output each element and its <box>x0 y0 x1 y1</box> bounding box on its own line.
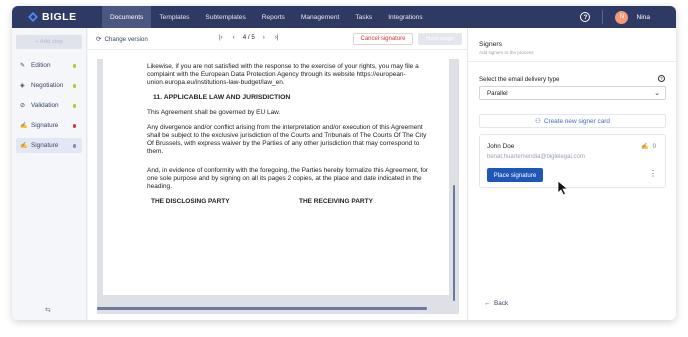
top-navigation: BIGLE Documents Templates Subtemplates R… <box>12 6 676 28</box>
signer-name: John Doe <box>487 143 515 150</box>
signers-panel: Signers Add signers to the process Selec… <box>467 28 676 320</box>
document-area: ⟳ Change version |‹ ‹ 4 / 5 › ›| Cancel … <box>88 28 467 320</box>
nav-user-area: ? N Nina <box>580 6 676 28</box>
refresh-icon: ⟳ <box>96 36 102 43</box>
help-icon[interactable]: ? <box>658 75 665 82</box>
nav-management[interactable]: Management <box>293 6 348 28</box>
nav-divider <box>602 10 604 24</box>
page-navigator: |‹ ‹ 4 / 5 › ›| <box>214 34 284 41</box>
next-stage-button[interactable]: Next stage <box>418 33 462 45</box>
step-label: Negotiation <box>31 82 64 89</box>
status-dot <box>72 124 76 128</box>
signer-email: benat.huartemendia@biglelegal.com <box>487 154 585 160</box>
step-validation[interactable]: ⊘ Validation <box>16 98 82 113</box>
logo-text: BIGLE <box>42 11 77 23</box>
signature-count-value: 0 <box>652 143 656 150</box>
status-dot <box>72 64 76 68</box>
document-paragraph: And, in evidence of conformity with the … <box>147 166 429 190</box>
app-logo[interactable]: BIGLE <box>12 6 102 28</box>
document-paragraph: Any divergence and/or conflict arising f… <box>147 123 427 155</box>
signer-card: John Doe benat.huartemendia@biglelegal.c… <box>479 134 666 196</box>
delivery-type-label: Select the email delivery type <box>479 76 560 83</box>
signature-icon: ✍ <box>20 143 28 149</box>
step-negotiation[interactable]: ◈ Negotiation <box>16 78 82 93</box>
document-paragraph: This Agreement shall be governed by EU L… <box>147 109 281 117</box>
change-version-label: Change version <box>104 35 148 43</box>
vertical-scrollbar[interactable] <box>453 185 455 301</box>
step-label: Validation <box>31 102 59 109</box>
step-label: Signature <box>31 142 59 149</box>
arrow-left-icon: ← <box>484 300 491 307</box>
nav-integrations[interactable]: Integrations <box>380 6 430 28</box>
document-viewer: Likewise, if you are not satisfied with … <box>97 59 459 314</box>
horizontal-scrollbar[interactable] <box>97 307 427 310</box>
signers-title: Signers <box>479 41 503 48</box>
status-dot <box>72 84 76 88</box>
first-page-icon[interactable]: |‹ <box>219 34 223 41</box>
signature-icon: ✍ <box>20 123 28 129</box>
step-signature-2[interactable]: ✍ Signature <box>16 138 82 153</box>
disclosing-party: THE DISCLOSING PARTY <box>151 198 230 206</box>
next-page-icon[interactable]: › <box>263 34 265 41</box>
add-user-icon: ⚇ <box>535 118 541 125</box>
step-label: Signature <box>31 122 59 129</box>
workflow-sidebar: + Add step ✎ Edition ◈ Negotiation ⊘ Val… <box>12 28 87 320</box>
nav-templates[interactable]: Templates <box>151 6 197 28</box>
more-options-icon[interactable]: ⋮ <box>649 170 657 178</box>
mouse-pointer-icon <box>557 180 569 196</box>
page-indicator: 4 / 5 <box>242 34 255 41</box>
receiving-party: THE RECEIVING PARTY <box>299 198 373 206</box>
tag-icon: ◈ <box>20 83 25 89</box>
nav-subtemplates[interactable]: Subtemplates <box>197 6 253 28</box>
help-icon[interactable]: ? <box>580 12 591 22</box>
signature-icon: ✍ <box>641 144 649 150</box>
status-dot <box>72 144 76 148</box>
status-dot <box>72 104 76 108</box>
signers-subtitle: Add signers to the process <box>479 50 534 55</box>
place-signature-button[interactable]: Place signature <box>487 168 543 182</box>
prev-page-icon[interactable]: ‹ <box>233 34 235 41</box>
user-name[interactable]: Nina <box>636 14 650 21</box>
step-signature-1[interactable]: ✍ Signature <box>16 118 82 133</box>
back-label: Back <box>494 300 509 307</box>
delivery-type-select[interactable]: Parallel ⌄ <box>479 86 666 100</box>
signature-count: ✍ 0 <box>641 143 656 151</box>
last-page-icon[interactable]: ›| <box>275 34 279 41</box>
app-window: BIGLE Documents Templates Subtemplates R… <box>12 6 676 320</box>
nav-documents[interactable]: Documents <box>102 6 152 28</box>
create-signer-label: Create new signer card <box>543 117 610 125</box>
add-step-button[interactable]: + Add step <box>16 35 82 49</box>
step-label: Edition <box>31 62 51 69</box>
back-button[interactable]: ← Back <box>484 300 508 307</box>
check-circle-icon: ⊘ <box>20 103 26 109</box>
document-heading: 11. APPLICABLE LAW AND JURISDICTION <box>153 93 291 101</box>
edit-icon: ✎ <box>20 63 26 69</box>
collapse-sidebar-icon[interactable]: ⇆ <box>45 306 51 314</box>
document-paragraph: Likewise, if you are not satisfied with … <box>147 63 419 86</box>
signature-parties: THE DISCLOSING PARTY THE RECEIVING PARTY <box>147 198 435 206</box>
chevron-down-icon: ⌄ <box>654 90 660 97</box>
divider <box>468 61 676 62</box>
delivery-type-value: Parallel <box>487 89 508 97</box>
step-edition[interactable]: ✎ Edition <box>16 58 82 73</box>
logo-icon <box>28 12 38 22</box>
document-page: Likewise, if you are not satisfied with … <box>103 59 449 295</box>
user-avatar[interactable]: N <box>615 10 629 24</box>
document-toolbar: ⟳ Change version |‹ ‹ 4 / 5 › ›| Cancel … <box>88 28 467 50</box>
nav-reports[interactable]: Reports <box>254 6 293 28</box>
create-signer-card-button[interactable]: ⚇ Create new signer card <box>479 114 666 128</box>
change-version-button[interactable]: ⟳ Change version <box>96 35 148 44</box>
cancel-signature-button[interactable]: Cancel signature <box>353 33 413 45</box>
nav-tasks[interactable]: Tasks <box>347 6 380 28</box>
